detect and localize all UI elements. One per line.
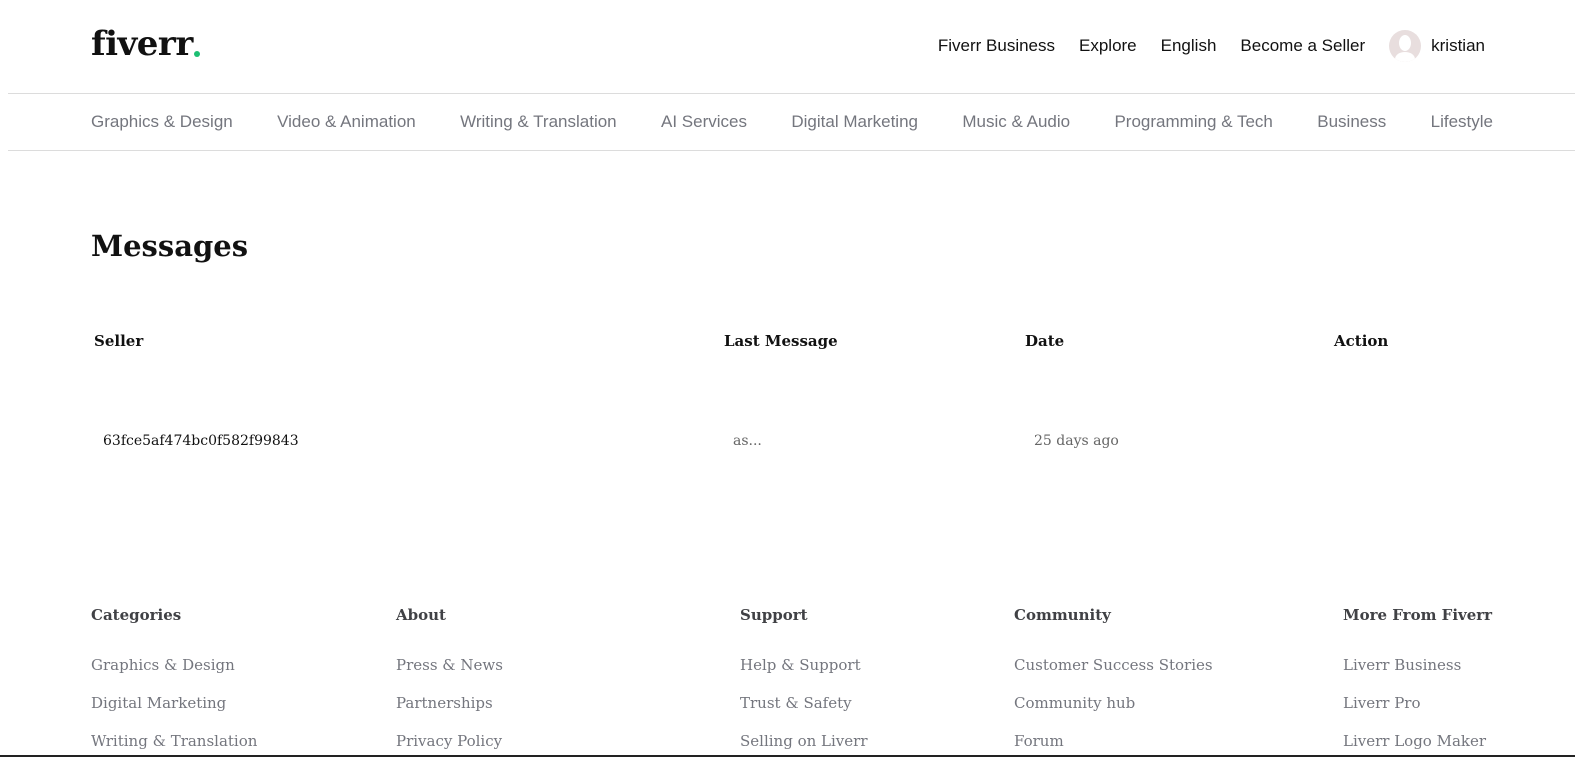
footer-link[interactable]: Liverr Pro <box>1343 688 1492 726</box>
footer-link[interactable]: Writing & Translation <box>91 726 257 757</box>
footer-link[interactable]: Press & News <box>396 650 503 688</box>
category-bar: Graphics & Design Video & Animation Writ… <box>8 93 1575 151</box>
column-header-date: Date <box>1025 332 1065 350</box>
footer-heading: Support <box>740 606 808 624</box>
last-message-cell: as... <box>733 433 762 449</box>
table-row[interactable]: 63fce5af474bc0f582f99843 as... 25 days a… <box>91 425 1491 461</box>
category-programming-tech[interactable]: Programming & Tech <box>1114 112 1272 132</box>
username[interactable]: kristian <box>1431 36 1485 56</box>
footer-heading: Categories <box>91 606 182 624</box>
date-cell: 25 days ago <box>1034 433 1119 449</box>
nav-become-seller[interactable]: Become a Seller <box>1240 36 1365 56</box>
user-menu[interactable]: kristian <box>1389 30 1485 62</box>
seller-cell[interactable]: 63fce5af474bc0f582f99843 <box>103 433 299 449</box>
category-graphics-design[interactable]: Graphics & Design <box>91 112 233 132</box>
nav-explore[interactable]: Explore <box>1079 36 1137 56</box>
footer-heading: More From Fiverr <box>1343 606 1493 624</box>
top-nav: Fiverr Business Explore English Become a… <box>914 30 1485 62</box>
footer-link[interactable]: Digital Marketing <box>91 688 257 726</box>
category-lifestyle[interactable]: Lifestyle <box>1431 112 1493 132</box>
footer-link[interactable]: Liverr Logo Maker <box>1343 726 1492 757</box>
footer-column-support: Support Help & Support Trust & Safety Se… <box>740 600 868 757</box>
column-header-seller: Seller <box>94 332 144 350</box>
column-header-action: Action <box>1334 332 1389 350</box>
footer-link[interactable]: Liverr Business <box>1343 650 1492 688</box>
category-digital-marketing[interactable]: Digital Marketing <box>791 112 918 132</box>
logo-dot <box>194 51 200 57</box>
footer-column-categories: Categories Graphics & Design Digital Mar… <box>91 600 257 757</box>
footer-link[interactable]: Trust & Safety <box>740 688 868 726</box>
footer-link[interactable]: Privacy Policy <box>396 726 503 757</box>
site-footer: Categories Graphics & Design Digital Mar… <box>0 600 1575 757</box>
category-ai-services[interactable]: AI Services <box>661 112 747 132</box>
footer-column-more-from-fiverr: More From Fiverr Liverr Business Liverr … <box>1343 600 1492 757</box>
footer-column-about: About Press & News Partnerships Privacy … <box>396 600 503 757</box>
footer-link[interactable]: Graphics & Design <box>91 650 257 688</box>
fiverr-logo[interactable]: fiverr <box>91 24 193 64</box>
footer-heading: About <box>396 606 446 624</box>
column-header-last-message: Last Message <box>724 332 838 350</box>
footer-link[interactable]: Forum <box>1014 726 1213 757</box>
nav-language[interactable]: English <box>1161 36 1217 56</box>
footer-link[interactable]: Help & Support <box>740 650 868 688</box>
footer-link[interactable]: Customer Success Stories <box>1014 650 1213 688</box>
footer-link[interactable]: Selling on Liverr <box>740 726 868 757</box>
footer-link[interactable]: Community hub <box>1014 688 1213 726</box>
category-video-animation[interactable]: Video & Animation <box>277 112 416 132</box>
page-title: Messages <box>91 229 249 263</box>
category-music-audio[interactable]: Music & Audio <box>962 112 1070 132</box>
site-header: fiverr Fiverr Business Explore English B… <box>0 0 1575 94</box>
footer-column-community: Community Customer Success Stories Commu… <box>1014 600 1213 757</box>
footer-heading: Community <box>1014 606 1111 624</box>
avatar[interactable] <box>1389 30 1422 62</box>
footer-link[interactable]: Partnerships <box>396 688 503 726</box>
category-business[interactable]: Business <box>1317 112 1386 132</box>
nav-fiverr-business[interactable]: Fiverr Business <box>938 36 1055 56</box>
category-writing-translation[interactable]: Writing & Translation <box>460 112 617 132</box>
